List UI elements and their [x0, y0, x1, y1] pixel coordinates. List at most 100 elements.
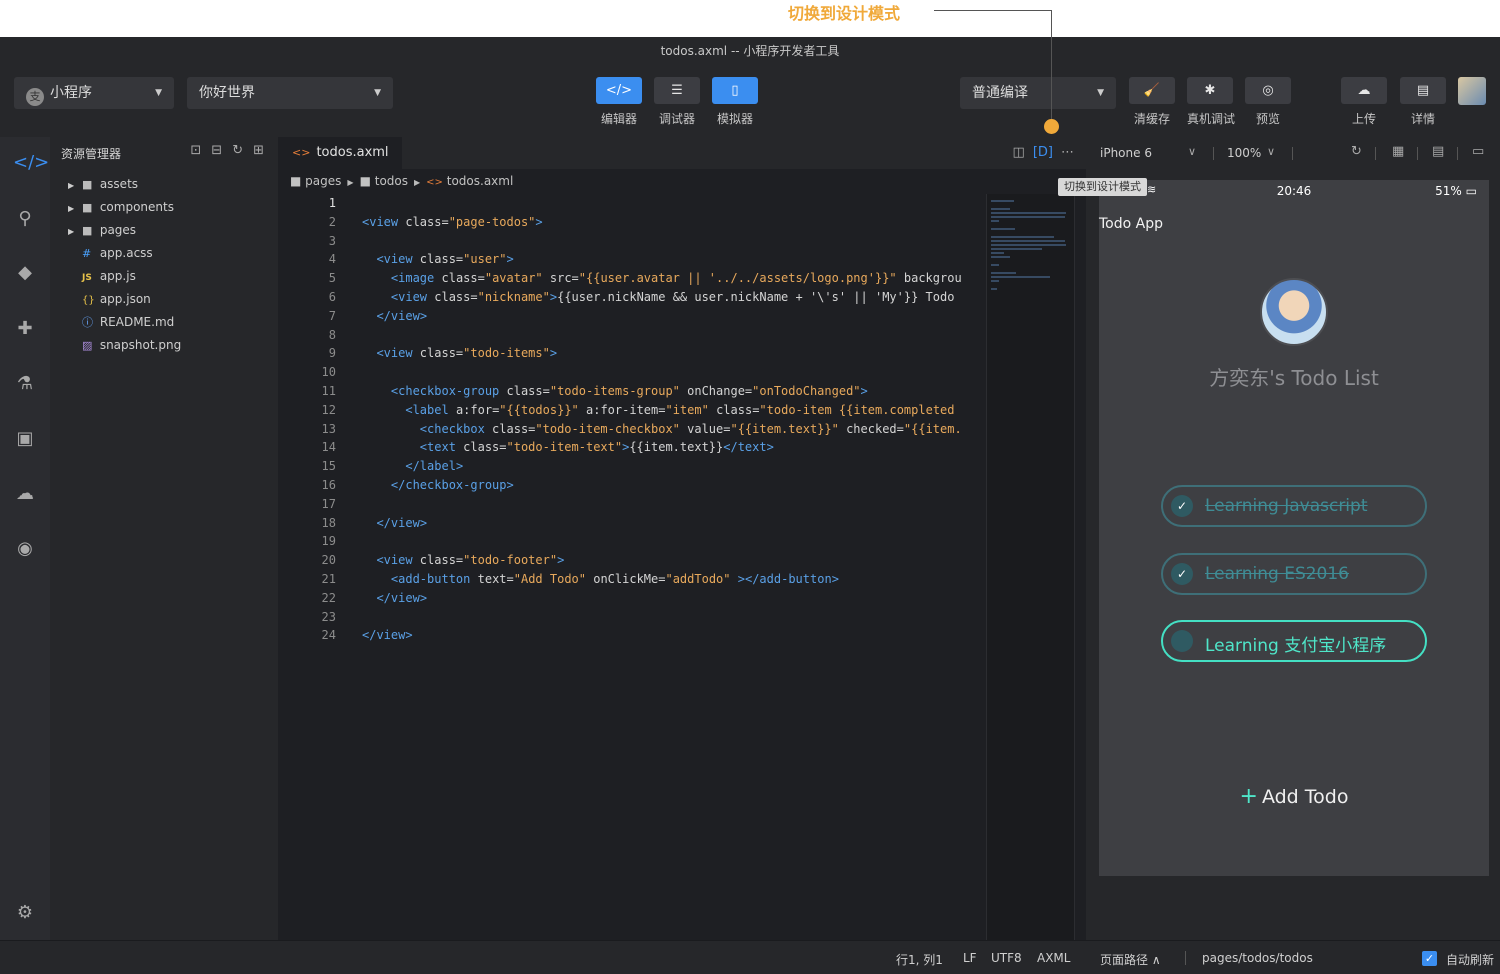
- support-icon[interactable]: ◉: [13, 537, 37, 561]
- layers-icon[interactable]: ▤: [1432, 144, 1444, 159]
- code-line[interactable]: 15 </label>: [278, 457, 986, 476]
- preview-label: 预览: [1255, 112, 1280, 126]
- code-line[interactable]: 8: [278, 326, 986, 345]
- editor-toggle-button[interactable]: </> 编辑器: [596, 77, 642, 127]
- code-line[interactable]: 24 </view>: [278, 626, 986, 645]
- debugger-toggle-button[interactable]: ☰ 调试器: [654, 77, 700, 127]
- new-folder-icon[interactable]: ⊟: [211, 143, 222, 158]
- collapse-icon[interactable]: ⊞: [253, 143, 264, 158]
- cloud-icon[interactable]: ☁: [13, 482, 37, 506]
- upload-button[interactable]: ☁ 上传: [1341, 77, 1387, 127]
- more-icon[interactable]: ⋯: [1061, 145, 1074, 160]
- checkmark-icon[interactable]: ✓: [1171, 563, 1193, 585]
- code-line[interactable]: 19: [278, 532, 986, 551]
- details-button[interactable]: ▤ 详情: [1400, 77, 1446, 127]
- code-line[interactable]: 5 <image class="avatar" src="{{user.avat…: [278, 269, 986, 288]
- project-type-dropdown[interactable]: 支小程序 ▼: [14, 77, 174, 109]
- code-line[interactable]: 2 <view class="page-todos">: [278, 213, 986, 232]
- tree-item-app-js[interactable]: JS app.js: [50, 265, 278, 288]
- tree-item-app-acss[interactable]: # app.acss: [50, 242, 278, 265]
- cursor-position[interactable]: 行1, 列1: [896, 951, 943, 968]
- code-line[interactable]: 17: [278, 495, 986, 514]
- gear-icon[interactable]: ⚙: [13, 901, 37, 925]
- tree-item-app-json[interactable]: {} app.json: [50, 288, 278, 311]
- line-number: 5: [328, 271, 336, 286]
- code-line[interactable]: 9 <view class="todo-items">: [278, 344, 986, 363]
- code-line[interactable]: 20 <view class="todo-footer">: [278, 551, 986, 570]
- grid-icon[interactable]: ▦: [1392, 144, 1404, 159]
- window-icon[interactable]: ▭: [1472, 144, 1484, 159]
- chevron-down-icon[interactable]: ∨: [1267, 145, 1275, 158]
- code-icon[interactable]: </>: [13, 151, 49, 175]
- breadcrumb-item[interactable]: todos.axml: [447, 174, 514, 188]
- code-line[interactable]: 13 <checkbox class="todo-item-checkbox" …: [278, 420, 986, 439]
- encoding[interactable]: UTF8: [991, 951, 1022, 965]
- todo-item[interactable]: ✓ Learning Javascript: [1161, 485, 1427, 527]
- breadcrumb-item[interactable]: pages: [305, 174, 341, 188]
- code-line[interactable]: 4 <view class="user">: [278, 250, 986, 269]
- tab-todos-axml[interactable]: <> todos.axml: [278, 137, 402, 169]
- code-line[interactable]: 11 <checkbox-group class="todo-items-gro…: [278, 382, 986, 401]
- project-name-dropdown[interactable]: 你好世界 ▼: [187, 77, 393, 109]
- minimap-line: [991, 264, 1000, 266]
- device-select[interactable]: iPhone 6: [1100, 146, 1152, 160]
- code-line[interactable]: 10: [278, 363, 986, 382]
- code-lines[interactable]: 1 2 <view class="page-todos"> 3 4 <view clas…: [278, 194, 986, 645]
- tree-item-assets[interactable]: ▶ ■ assets: [50, 173, 278, 196]
- checkmark-icon[interactable]: ✓: [1171, 495, 1193, 517]
- simulator-toggle-button[interactable]: ▯ 模拟器: [712, 77, 758, 127]
- tree-item-pages[interactable]: ▶ ■ pages: [50, 219, 278, 242]
- flask-icon[interactable]: ⚗: [13, 372, 37, 396]
- user-avatar[interactable]: [1458, 77, 1486, 105]
- reload-icon[interactable]: ↻: [1351, 144, 1362, 159]
- git-icon[interactable]: ◆: [13, 261, 37, 285]
- chevron-down-icon[interactable]: ∨: [1188, 145, 1196, 158]
- simulator-screen[interactable]: ≋ 20:46 51% ▭ Todo App 方奕东's Todo List ✓…: [1099, 180, 1489, 876]
- code-line[interactable]: 7 </view>: [278, 307, 986, 326]
- device-debug-button[interactable]: ✱ 真机调试: [1187, 77, 1235, 127]
- preview-button[interactable]: ◎ 预览: [1245, 77, 1291, 127]
- search-icon[interactable]: ⚲: [13, 207, 37, 231]
- plus-icon: +: [1239, 784, 1258, 809]
- clear-cache-button[interactable]: 🧹 清缓存: [1129, 77, 1175, 127]
- editor-scrollbar[interactable]: [1074, 194, 1075, 940]
- code-line[interactable]: 16 </checkbox-group>: [278, 476, 986, 495]
- code-line[interactable]: 21 <add-button text="Add Todo" onClickMe…: [278, 570, 986, 589]
- compile-mode-dropdown[interactable]: 普通编译 ▼: [960, 77, 1116, 109]
- minimap-line: [991, 240, 1065, 242]
- callout-label: 切换到设计模式: [788, 4, 901, 23]
- code-line[interactable]: 23: [278, 608, 986, 627]
- tree-item-readme[interactable]: ⓘ README.md: [50, 311, 278, 334]
- code-line[interactable]: 22 </view>: [278, 589, 986, 608]
- code-line[interactable]: 12 <label a:for="{{todos}}" a:for-item="…: [278, 401, 986, 420]
- design-mode-icon[interactable]: [D]: [1033, 145, 1053, 160]
- auto-refresh-checkbox[interactable]: ✓: [1422, 951, 1437, 966]
- language-mode[interactable]: AXML: [1037, 951, 1070, 965]
- divider: [1417, 147, 1418, 160]
- line-source: </view>: [376, 590, 428, 605]
- code-line[interactable]: 18 </view>: [278, 514, 986, 533]
- zoom-select[interactable]: 100%: [1227, 146, 1261, 160]
- main-toolbar: 支小程序 ▼ 你好世界 ▼ </> 编辑器 ☰ 调试器 ▯ 模拟器 普通编译 ▼…: [0, 65, 1500, 137]
- add-todo-button[interactable]: + Add Todo: [1099, 784, 1489, 809]
- line-ending[interactable]: LF: [963, 951, 977, 965]
- tree-item-snapshot[interactable]: ▨ snapshot.png: [50, 334, 278, 357]
- minimap[interactable]: [986, 194, 1074, 940]
- code-line[interactable]: 6 <view class="nickname">{{user.nickName…: [278, 288, 986, 307]
- unchecked-circle-icon[interactable]: [1171, 630, 1193, 652]
- todo-item[interactable]: Learning 支付宝小程序: [1161, 620, 1427, 662]
- extensions-icon[interactable]: ✚: [13, 317, 37, 341]
- tree-item-components[interactable]: ▶ ■ components: [50, 196, 278, 219]
- line-number: 11: [321, 383, 336, 398]
- line-source: </checkbox-group>: [390, 477, 514, 492]
- page-path-toggle[interactable]: 页面路径 ∧: [1100, 951, 1161, 968]
- code-line[interactable]: 14 <text class="todo-item-text">{{item.t…: [278, 438, 986, 457]
- code-line[interactable]: 1: [278, 194, 986, 213]
- new-file-icon[interactable]: ⊡: [190, 143, 201, 158]
- store-icon[interactable]: ▣: [13, 427, 37, 451]
- split-editor-icon[interactable]: ◫: [1013, 145, 1025, 160]
- todo-item[interactable]: ✓ Learning ES2016: [1161, 553, 1427, 595]
- refresh-icon[interactable]: ↻: [232, 143, 243, 158]
- code-line[interactable]: 3: [278, 232, 986, 251]
- breadcrumb-item[interactable]: todos: [375, 174, 408, 188]
